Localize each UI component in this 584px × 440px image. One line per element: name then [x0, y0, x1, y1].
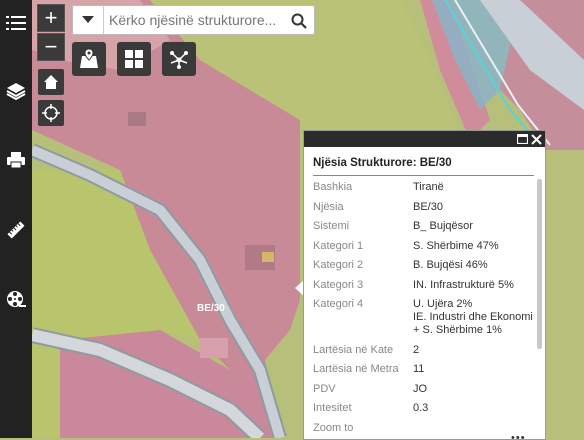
- maximize-icon: [516, 134, 528, 144]
- attribute-label: Lartësia në Metra: [313, 363, 399, 375]
- ruler-icon[interactable]: [0, 215, 32, 245]
- attribute-label: Intesitet: [313, 402, 352, 414]
- popup-scrollbar[interactable]: [537, 179, 542, 349]
- attribute-value: 2: [413, 343, 420, 356]
- attribute-label: Lartësia në Kate: [313, 343, 394, 356]
- attribute-value: B_ Bujqësor: [413, 220, 473, 232]
- attribute-value: JO: [413, 382, 428, 395]
- add-point-icon: [80, 48, 98, 68]
- attribute-value: B. Bujqësi 46%: [413, 259, 488, 271]
- minus-icon: −: [44, 34, 58, 59]
- attribute-value: 11: [413, 363, 425, 375]
- plus-icon: +: [44, 5, 58, 30]
- attribute-row: Kategori 2 B. Bujqësi 46%: [313, 259, 535, 272]
- attribute-label: Sistemi: [313, 220, 350, 232]
- attribute-row: Intesitet 0.3: [313, 402, 535, 415]
- close-icon: [530, 133, 542, 145]
- attribute-row: PDV JO: [313, 383, 535, 396]
- search-button[interactable]: [288, 10, 310, 32]
- print-icon[interactable]: [0, 145, 32, 175]
- network-icon: [170, 51, 188, 69]
- attribute-value: BE/30: [413, 200, 443, 213]
- attribute-row: Sistemi B_ Bujqësor: [313, 220, 535, 233]
- attribute-value: Tiranë: [413, 181, 444, 193]
- attribute-row: Kategori 4 U. Ujëra 2% IE. Industri dhe E…: [313, 298, 535, 337]
- attribute-label: Kategori 4: [313, 298, 364, 310]
- add-point-button[interactable]: [72, 42, 106, 76]
- search-source-dropdown[interactable]: [73, 6, 104, 34]
- home-button[interactable]: [38, 69, 64, 95]
- attribute-label: PDV: [313, 382, 336, 395]
- network-button[interactable]: [162, 42, 196, 76]
- zoom-out-button[interactable]: −: [37, 33, 65, 61]
- attribute-table: Bashkia Tiranë Njësia BE/30 Sistemi B_ Bujq…: [313, 181, 535, 439]
- grid-button[interactable]: [117, 42, 151, 76]
- search-bar: [72, 5, 315, 35]
- attribute-row: Zoom to: [313, 422, 535, 435]
- menu-icon[interactable]: [0, 8, 32, 38]
- attribute-label: Kategori 1: [313, 239, 364, 252]
- info-popup: Njësia Strukturore: BE/30 Bashkia Tiranë …: [303, 130, 546, 440]
- attribute-row: Kategori 3 IN. Infrastrukturë 5%: [313, 279, 535, 292]
- sidebar: [0, 0, 32, 438]
- home-icon: [44, 75, 58, 89]
- zoom-in-button[interactable]: +: [37, 4, 65, 32]
- popup-titlebar: [304, 131, 545, 147]
- locate-button[interactable]: [38, 100, 64, 126]
- grid-icon: [125, 50, 143, 68]
- close-button[interactable]: [529, 132, 543, 146]
- attribute-row: Lartësia në Kate 2: [313, 344, 535, 357]
- attribute-value: S. Shërbime 47%: [413, 239, 499, 252]
- attribute-row: Lartësia në Metra 11: [313, 363, 535, 376]
- attribute-row: Bashkia Tiranë: [313, 181, 535, 194]
- attribute-row: Kategori 1 S. Shërbime 47%: [313, 240, 535, 253]
- attribute-label: Bashkia: [313, 181, 353, 193]
- crosshair-icon: [42, 104, 60, 122]
- attribute-row: Njësia BE/30: [313, 201, 535, 214]
- search-input[interactable]: [109, 10, 279, 30]
- attribute-label: Njësia: [313, 200, 344, 213]
- maximize-button[interactable]: [515, 132, 529, 146]
- attribute-value: U. Ujëra 2% IE. Industri dhe Ekonomi + S…: [413, 298, 533, 336]
- zoom-to-link[interactable]: Zoom to: [313, 422, 413, 435]
- popup-title: Njësia Strukturore: BE/30: [313, 157, 452, 169]
- film-reel-icon[interactable]: [0, 284, 32, 314]
- attribute-value: IN. Infrastrukturë 5%: [413, 278, 514, 291]
- search-icon: [291, 13, 307, 29]
- layers-icon[interactable]: [0, 76, 32, 106]
- attribute-label: Kategori 2: [313, 259, 364, 271]
- divider: [313, 175, 534, 176]
- attribute-value: 0.3: [413, 402, 429, 414]
- caret-down-icon: [82, 16, 94, 23]
- more-options-button[interactable]: •••: [511, 432, 526, 439]
- parcel-label: BE/30: [197, 303, 225, 314]
- attribute-label: Kategori 3: [313, 278, 364, 291]
